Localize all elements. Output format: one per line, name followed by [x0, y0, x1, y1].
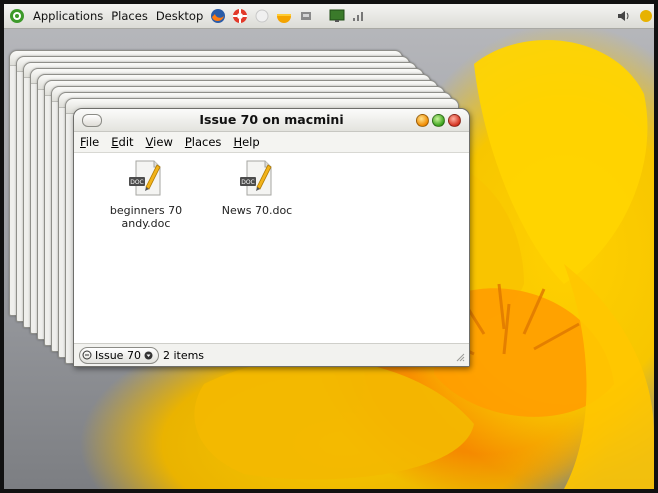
- applications-menu[interactable]: Applications: [29, 4, 107, 28]
- menu-places[interactable]: Places: [185, 135, 222, 149]
- sparkle-icon[interactable]: [254, 8, 270, 24]
- document-icon: DOC: [129, 160, 161, 196]
- user-status-icon[interactable]: [638, 8, 654, 24]
- maximize-button[interactable]: [432, 114, 445, 127]
- title-bar[interactable]: Issue 70 on macmini: [74, 109, 469, 132]
- location-dropdown[interactable]: Issue 70: [79, 346, 159, 364]
- monitor-icon[interactable]: [329, 8, 345, 24]
- weather-sun-icon[interactable]: [276, 8, 292, 24]
- network-signal-icon[interactable]: [351, 8, 367, 24]
- places-menu[interactable]: Places: [107, 4, 152, 28]
- menu-view[interactable]: View: [146, 135, 173, 149]
- menu-file[interactable]: File: [80, 135, 99, 149]
- menu-bar: File Edit View Places Help: [74, 132, 469, 153]
- location-label: Issue 70: [95, 348, 141, 362]
- file-item-beginners-70[interactable]: DOC beginners 70 andy.doc: [91, 159, 201, 230]
- close-button[interactable]: [448, 114, 461, 127]
- resize-grip-icon[interactable]: [455, 352, 465, 362]
- firefox-icon[interactable]: [210, 8, 226, 24]
- file-manager-window[interactable]: Issue 70 on macmini File Edit View Place…: [73, 108, 470, 367]
- file-name-line1: News 70.doc: [221, 204, 293, 217]
- applications-logo-icon[interactable]: [9, 8, 25, 24]
- menu-help[interactable]: Help: [233, 135, 259, 149]
- file-name-line2: andy.doc: [121, 217, 171, 230]
- status-bar: Issue 70 2 items: [74, 343, 469, 366]
- document-icon: DOC: [240, 160, 272, 196]
- minimize-button[interactable]: [416, 114, 429, 127]
- file-item-news-70[interactable]: DOC News 70.doc: [202, 159, 312, 217]
- desktop: Applications Places Desktop Issue 70 on …: [0, 0, 658, 493]
- item-count: 2 items: [162, 348, 205, 362]
- file-name-line1: beginners 70: [109, 204, 183, 217]
- menu-edit[interactable]: Edit: [111, 135, 133, 149]
- file-view[interactable]: DOC beginners 70 andy.doc DOC News 70.do…: [74, 153, 469, 344]
- svg-text:DOC: DOC: [241, 179, 255, 186]
- chevron-down-icon: [144, 351, 153, 359]
- desktop-menu[interactable]: Desktop: [152, 4, 207, 28]
- volume-icon[interactable]: [616, 8, 632, 24]
- top-panel: Applications Places Desktop: [4, 4, 654, 29]
- folder-icon: [82, 350, 92, 360]
- help-lifebuoy-icon[interactable]: [232, 8, 248, 24]
- window-title: Issue 70 on macmini: [199, 112, 344, 127]
- svg-text:DOC: DOC: [130, 179, 144, 186]
- disk-icon[interactable]: [298, 8, 314, 24]
